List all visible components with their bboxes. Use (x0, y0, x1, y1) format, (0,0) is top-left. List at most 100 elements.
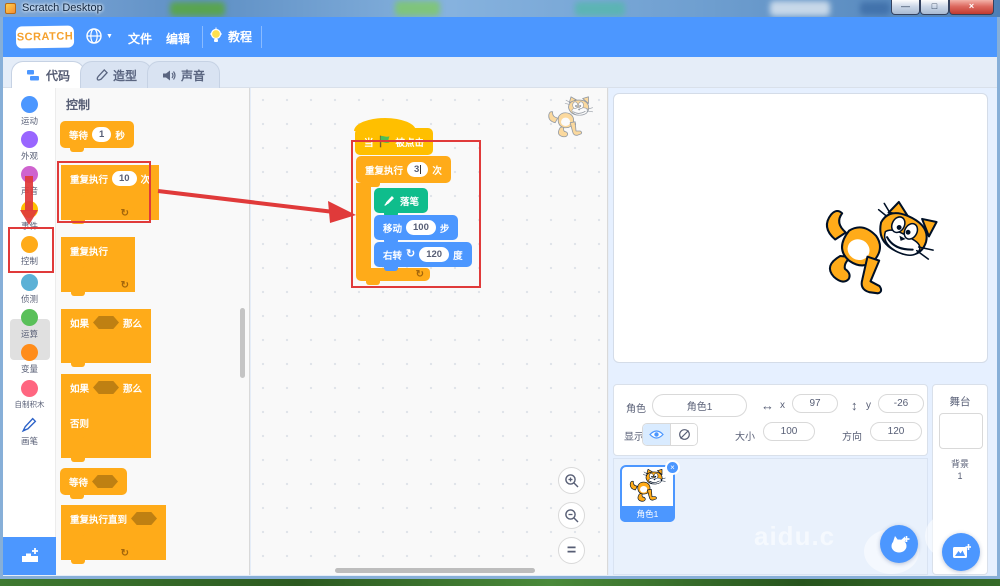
category-operators[interactable]: 运算 (3, 309, 56, 340)
annotation-box-palette-repeat (57, 161, 151, 223)
boolean-slot[interactable] (93, 316, 119, 329)
block-repeat-until[interactable]: 重复执行直到 ↻ (61, 505, 166, 560)
loop-arrow-icon: ↻ (121, 281, 129, 291)
boolean-slot[interactable] (93, 381, 119, 394)
motion-color-dot (21, 96, 38, 113)
myblocks-color-dot (21, 380, 38, 397)
desktop-background-bottom (0, 578, 1000, 586)
x-label: x (780, 400, 785, 411)
sprite-label: 角色 (626, 400, 646, 415)
maximize-button[interactable]: □ (920, 0, 949, 15)
tab-costumes[interactable]: 造型 (80, 61, 152, 88)
stage-sprite-cat[interactable] (796, 172, 953, 323)
category-sensing[interactable]: 侦测 (3, 274, 56, 305)
y-position-input[interactable]: -26 (878, 394, 924, 413)
menu-file[interactable]: 文件 (128, 30, 152, 47)
brush-icon (95, 69, 108, 82)
close-button[interactable]: × (949, 0, 994, 15)
block-categories: 运动 外观 声音 事件 控制 侦测 运算 变量 自制积木 画笔 (3, 88, 56, 575)
sprite-thumbnail (622, 467, 673, 505)
show-sprite-button[interactable] (643, 424, 670, 445)
annotation-arrow-down-head (20, 210, 38, 225)
tab-code[interactable]: 代码 (11, 61, 85, 88)
category-pen[interactable]: 画笔 (3, 416, 56, 447)
category-motion[interactable]: 运动 (3, 96, 56, 127)
hide-sprite-button[interactable] (670, 424, 697, 445)
category-looks[interactable]: 外观 (3, 131, 56, 162)
sprite-name-input[interactable]: 角色1 (652, 394, 747, 417)
block-wait-until[interactable]: 等待 (60, 468, 127, 495)
add-extension-icon (19, 546, 41, 566)
palette-header: 控制 (66, 96, 90, 113)
block-label: 如果 (70, 381, 89, 395)
block-forever[interactable]: 重复执行 ↻ (61, 237, 135, 292)
show-label: 显示 (624, 428, 644, 443)
category-label: 侦测 (21, 293, 38, 305)
eye-hidden-icon (678, 428, 691, 441)
direction-label: 方向 (842, 428, 862, 443)
sprite-card-selected[interactable]: 角色1 × (620, 465, 675, 522)
direction-input[interactable]: 120 (870, 422, 922, 441)
block-label: 重复执行直到 (70, 512, 127, 526)
annotation-arrow-long (150, 182, 365, 230)
boolean-slot[interactable] (92, 475, 118, 488)
menu-bar: SCRATCH ▼ 文件 编辑 教程 (3, 17, 997, 57)
sprite-card-name: 角色1 (620, 506, 675, 522)
palette-scrollbar[interactable] (240, 308, 245, 378)
visibility-toggle (642, 423, 698, 446)
tab-sounds[interactable]: 声音 (147, 61, 220, 88)
block-if-then-else[interactable]: 如果 那么 否则 (61, 374, 151, 458)
y-position-icon: ↕ (851, 398, 858, 413)
zoom-in-icon (564, 473, 580, 489)
block-label: 那么 (123, 381, 142, 395)
scratch-logo[interactable]: SCRATCH (16, 25, 74, 48)
screen: Scratch Desktop — □ × SCRATCH ▼ 文件 编辑 (0, 0, 1000, 586)
block-label: 秒 (115, 128, 125, 142)
add-backdrop-button[interactable] (942, 533, 980, 571)
loop-arrow-icon: ↻ (121, 549, 129, 559)
boolean-slot[interactable] (131, 512, 157, 525)
script-horizontal-scrollbar[interactable] (335, 568, 535, 573)
code-blocks-icon (26, 69, 41, 82)
block-if-then[interactable]: 如果 那么 (61, 309, 151, 363)
lightbulb-icon (209, 27, 223, 45)
block-label: 等待 (69, 128, 88, 142)
window-controls: — □ × (891, 0, 994, 15)
add-extension-button[interactable] (3, 537, 56, 575)
menu-edit[interactable]: 编辑 (166, 30, 190, 47)
menu-divider (261, 26, 262, 48)
language-selector[interactable]: ▼ (85, 27, 113, 45)
delete-sprite-button[interactable]: × (665, 460, 680, 475)
category-label: 运算 (21, 328, 38, 340)
block-number-input[interactable]: 1 (92, 127, 111, 142)
sprite-watermark-cat (546, 96, 596, 139)
add-backdrop-icon (951, 543, 971, 561)
zoom-reset-button[interactable]: = (558, 537, 585, 564)
category-label: 画笔 (21, 435, 38, 447)
category-variables[interactable]: 变量 (3, 344, 56, 375)
size-label: 大小 (735, 428, 755, 443)
stage[interactable] (613, 93, 988, 363)
add-sprite-button[interactable] (880, 525, 918, 563)
category-myblocks[interactable]: 自制积木 (3, 380, 56, 410)
block-wait-seconds[interactable]: 等待 1 秒 (60, 121, 134, 148)
tab-sounds-label: 声音 (181, 67, 205, 84)
sprite-thumbnail-cat (628, 468, 668, 504)
x-position-input[interactable]: 97 (792, 394, 838, 413)
category-label: 运动 (21, 115, 38, 127)
tab-costumes-label: 造型 (113, 67, 137, 84)
size-input[interactable]: 100 (763, 422, 815, 441)
zoom-out-button[interactable] (558, 502, 585, 529)
pen-icon (21, 416, 38, 433)
menu-tutorials[interactable]: 教程 (209, 27, 252, 45)
menu-divider (202, 26, 203, 48)
zoom-in-button[interactable] (558, 467, 585, 494)
add-sprite-icon (888, 534, 910, 554)
stage-selector-panel[interactable]: 舞台 背景 1 (932, 384, 988, 575)
minimize-button[interactable]: — (891, 0, 920, 15)
sprite-list[interactable]: aidu.c 角色1 × (613, 458, 928, 575)
window-titlebar[interactable]: Scratch Desktop — □ × (0, 0, 1000, 17)
stage-title: 舞台 (933, 394, 987, 409)
canvas-zoom-controls: = (558, 467, 585, 564)
category-label: 变量 (21, 363, 38, 375)
